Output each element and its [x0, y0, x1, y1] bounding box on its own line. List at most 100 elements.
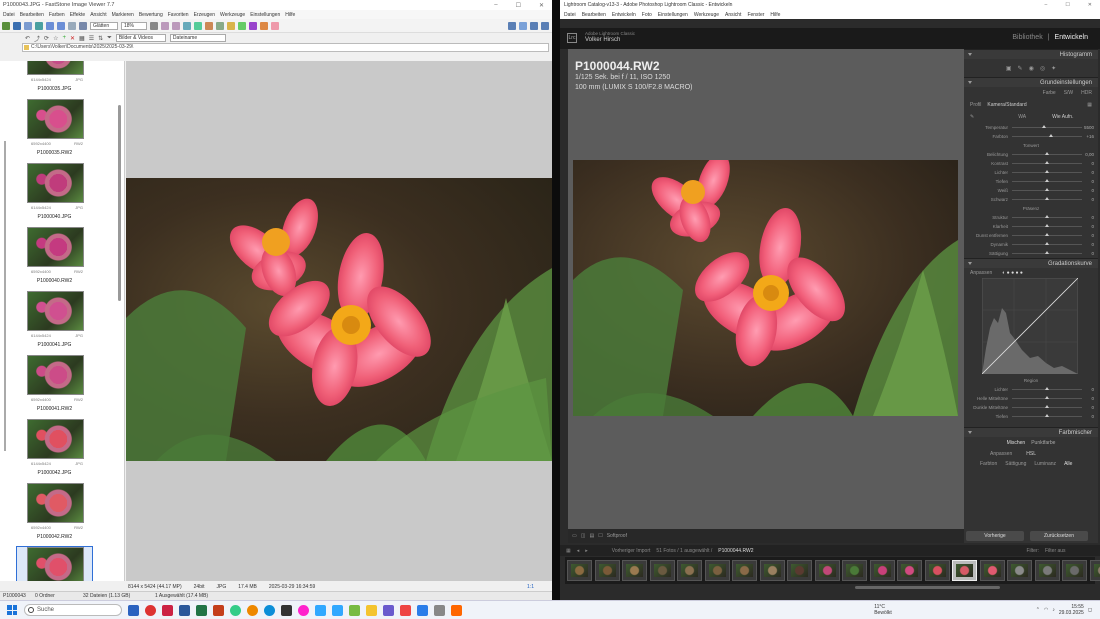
slider-value[interactable]: 0 — [1091, 396, 1094, 401]
outlook-icon[interactable] — [128, 604, 139, 616]
smooth-toggle[interactable]: Glätten — [90, 21, 118, 30]
filmstrip-thumbnail[interactable] — [567, 560, 592, 581]
menu-bearbeiten[interactable]: Bearbeiten — [20, 12, 44, 18]
menu-hilfe[interactable]: Hilfe — [285, 12, 295, 18]
thumbnail-item[interactable]: 6144x5424JPGP1000043.JPG — [16, 546, 93, 581]
status-ratio[interactable]: 1:1 — [527, 584, 552, 590]
filmstrip-thumbnail[interactable] — [979, 560, 1005, 581]
photos-icon[interactable] — [230, 604, 241, 616]
module-develop[interactable]: Entwickeln — [1055, 34, 1088, 41]
slider-value[interactable]: +16 — [1086, 134, 1094, 139]
list-icon[interactable]: ☰ — [89, 35, 94, 42]
volume-icon[interactable]: ♪ — [1052, 607, 1055, 613]
filmstrip-scrollbar[interactable] — [855, 586, 1000, 589]
mixer-tab-hue[interactable]: Farbton — [980, 461, 997, 467]
back-icon[interactable]: ↶ — [25, 35, 30, 42]
treatment-bw[interactable]: S/W — [1064, 90, 1073, 96]
slideshow-icon[interactable] — [238, 21, 246, 30]
lr-menu-einstellungen[interactable]: Einstellungen — [658, 12, 688, 18]
zoom-in-icon[interactable] — [46, 21, 54, 30]
thumbnail-item[interactable]: 6144x5424 JPG P1000040.JPG — [17, 163, 92, 226]
weather-widget[interactable]: 11°C Bewölkt — [874, 604, 892, 616]
refresh-icon[interactable]: ⟳ — [44, 35, 49, 42]
app-gray-icon[interactable] — [434, 604, 445, 616]
tone-curve-area[interactable] — [964, 278, 1098, 376]
slider-knob[interactable] — [1045, 224, 1049, 227]
slider-knob[interactable] — [1048, 134, 1053, 137]
zoom-out-icon[interactable] — [57, 21, 65, 30]
filmstrip-thumbnail[interactable] — [704, 560, 730, 581]
layout-1-icon[interactable] — [508, 21, 516, 30]
slider-value[interactable]: 0 — [1091, 161, 1094, 166]
delete-icon[interactable]: ✕ — [70, 35, 75, 42]
crop-tool-icon[interactable]: ▣ — [1006, 65, 1012, 72]
slider-value[interactable]: 0 — [1091, 242, 1094, 247]
mixer-tab-luminance[interactable]: Luminanz — [1034, 461, 1056, 467]
slider-knob[interactable] — [1045, 152, 1049, 155]
thumbnail-item[interactable]: 6144x5424 JPG P1000041.JPG — [17, 291, 92, 354]
treatment-color[interactable]: Farbe — [1043, 90, 1056, 96]
menu-markieren[interactable]: Markieren — [112, 12, 134, 18]
actual-size-icon[interactable] — [79, 21, 87, 30]
filmstrip-forward-icon[interactable]: ▸ — [585, 548, 588, 554]
slider-value[interactable]: 0 — [1091, 197, 1094, 202]
filmstrip-grid-icon[interactable]: ▦ — [566, 548, 571, 554]
filmstrip-thumbnail[interactable] — [842, 560, 867, 581]
thumbnail-item[interactable]: 6144x5424 JPG P1000042.JPG — [17, 419, 92, 482]
view-compare-icon[interactable]: ▤ — [589, 533, 594, 539]
photoshop-icon[interactable] — [315, 604, 326, 616]
lr-menu-bearbeiten[interactable]: Bearbeiten — [582, 12, 606, 18]
filmstrip-thumbnail[interactable] — [594, 560, 620, 581]
filmstrip-thumbnail[interactable] — [952, 560, 977, 581]
mixer-tab-saturation[interactable]: Sättigung — [1005, 461, 1026, 467]
lr-maximize-icon[interactable]: ☐ — [1065, 2, 1069, 8]
color-icon[interactable] — [205, 21, 213, 30]
filmstrip-thumbnail[interactable] — [649, 560, 675, 581]
powerpoint-icon[interactable] — [213, 604, 224, 616]
lr-menu-foto[interactable]: Foto — [642, 12, 652, 18]
slider-value[interactable]: 0 — [1091, 188, 1094, 193]
lr-close-icon[interactable]: ✕ — [1088, 2, 1092, 8]
clock[interactable]: 15:55 29.03.2025 — [1059, 604, 1084, 616]
layout-4-icon[interactable] — [541, 21, 549, 30]
slider-value[interactable]: 0 — [1091, 215, 1094, 220]
slider-value[interactable]: 0 — [1091, 170, 1094, 175]
slider-value[interactable]: 5500 — [1084, 125, 1094, 130]
add-icon[interactable]: + — [62, 35, 66, 41]
menu-datei[interactable]: Datei — [3, 12, 15, 18]
menu-einstellungen[interactable]: Einstellungen — [250, 12, 280, 18]
fit-icon[interactable] — [68, 21, 76, 30]
mixer-mode-point[interactable]: Punktfarbe — [1031, 440, 1055, 446]
email-send-icon[interactable] — [260, 21, 268, 30]
filmstrip-thumbnail[interactable] — [1062, 560, 1087, 581]
open-icon[interactable] — [2, 21, 10, 30]
taskbar-search[interactable]: Suche — [24, 604, 122, 616]
maximize-icon[interactable]: ☐ — [516, 2, 521, 9]
slider-knob[interactable] — [1045, 387, 1049, 390]
filmstrip-thumbnail[interactable] — [869, 560, 895, 581]
save-icon[interactable] — [13, 21, 21, 30]
store-icon[interactable] — [383, 604, 394, 616]
select-icon[interactable] — [150, 21, 158, 30]
profile-browser-icon[interactable]: ▦ — [1087, 102, 1098, 108]
star-icon[interactable]: ☆ — [53, 35, 58, 42]
mixer-tab-all[interactable]: Alle — [1064, 461, 1072, 467]
preset-tool-icon[interactable]: ✦ — [1051, 65, 1056, 72]
slider-value[interactable]: 0 — [1091, 387, 1094, 392]
notification-icon[interactable]: ◻ — [1088, 607, 1092, 613]
wb-select[interactable]: Wie Aufn. — [1052, 114, 1073, 120]
profile-select[interactable]: Kamera/Standard — [987, 102, 1026, 108]
slider-knob[interactable] — [1045, 161, 1049, 164]
slider-knob[interactable] — [1041, 125, 1046, 128]
folder-icon[interactable] — [227, 21, 235, 30]
resize-icon[interactable] — [194, 21, 202, 30]
mixer-hsl-select[interactable]: HSL — [1026, 451, 1036, 457]
heal-tool-icon[interactable]: ✎ — [1018, 65, 1023, 72]
filmstrip-thumbnail[interactable] — [897, 560, 922, 581]
layout-3-icon[interactable] — [530, 21, 538, 30]
lr-minimize-icon[interactable]: – — [1045, 2, 1048, 8]
sort-icon[interactable]: ⇅ — [98, 35, 103, 42]
menu-farben[interactable]: Farben — [49, 12, 65, 18]
menu-ansicht[interactable]: Ansicht — [90, 12, 106, 18]
filmstrip-thumbnail[interactable] — [787, 560, 812, 581]
